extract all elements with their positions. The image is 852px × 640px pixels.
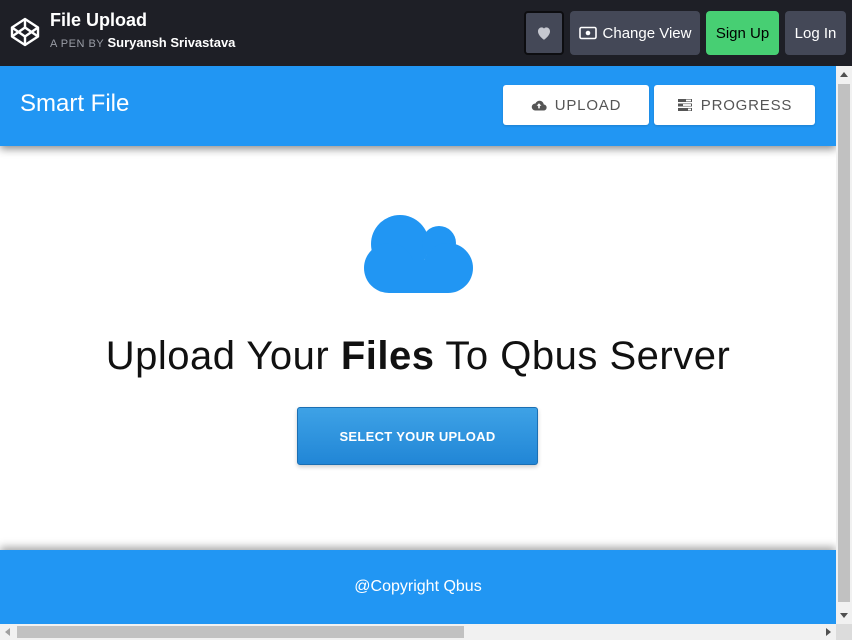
scroll-right-arrow[interactable] — [826, 628, 831, 636]
scroll-up-arrow[interactable] — [840, 72, 848, 77]
upload-nav-button[interactable]: UPLOAD — [503, 85, 649, 125]
pen-byline: A PEN BY Suryansh Srivastava — [50, 35, 235, 50]
headline-bold: Files — [340, 334, 435, 378]
scroll-down-arrow[interactable] — [840, 613, 848, 618]
pen-title: File Upload — [50, 10, 148, 30]
vertical-scrollbar[interactable] — [836, 66, 852, 624]
horizontal-scroll-thumb[interactable] — [17, 626, 464, 638]
heart-icon — [538, 27, 550, 40]
tasks-icon — [677, 99, 692, 111]
scrollbar-corner — [836, 624, 852, 640]
cloud-icon — [364, 215, 473, 293]
author-link[interactable]: Suryansh Srivastava — [108, 35, 236, 50]
codepen-header: File Upload A PEN BY Suryansh Srivastava… — [0, 0, 852, 66]
signup-button[interactable]: Sign Up — [706, 11, 779, 55]
login-button[interactable]: Log In — [785, 11, 846, 55]
upload-headline: Upload Your Files To Qbus Server — [0, 334, 836, 379]
select-upload-button[interactable]: SELECT YOUR UPLOAD — [297, 407, 538, 465]
cloud-upload-icon — [531, 100, 547, 111]
scroll-left-arrow[interactable] — [5, 628, 10, 636]
eye-icon — [578, 26, 597, 40]
headline-pre: Upload Your — [105, 334, 341, 378]
headline-post: To Qbus Server — [434, 334, 731, 378]
progress-nav-button[interactable]: PROGRESS — [654, 85, 815, 125]
pen-info: File Upload A PEN BY Suryansh Srivastava — [50, 10, 235, 50]
upload-nav-label: UPLOAD — [554, 96, 622, 114]
vertical-scroll-thumb[interactable] — [838, 84, 850, 602]
codepen-logo-icon[interactable] — [9, 16, 41, 48]
copyright-text: @Copyright Qbus — [354, 578, 482, 595]
by-label: A PEN BY — [50, 38, 104, 50]
progress-nav-label: PROGRESS — [700, 96, 793, 114]
horizontal-scrollbar[interactable] — [0, 624, 836, 640]
upload-main: Upload Your Files To Qbus Server SELECT … — [0, 146, 836, 550]
change-view-label: Change View — [602, 24, 692, 42]
app-navbar: Smart File UPLOAD PROGRESS — [0, 66, 836, 146]
brand-title[interactable]: Smart File — [20, 90, 129, 118]
change-view-button[interactable]: Change View — [570, 11, 700, 55]
heart-button[interactable] — [524, 11, 564, 55]
pen-preview: Smart File UPLOAD PROGRESS Upload Your F… — [0, 66, 836, 624]
app-footer: @Copyright Qbus — [0, 550, 836, 624]
